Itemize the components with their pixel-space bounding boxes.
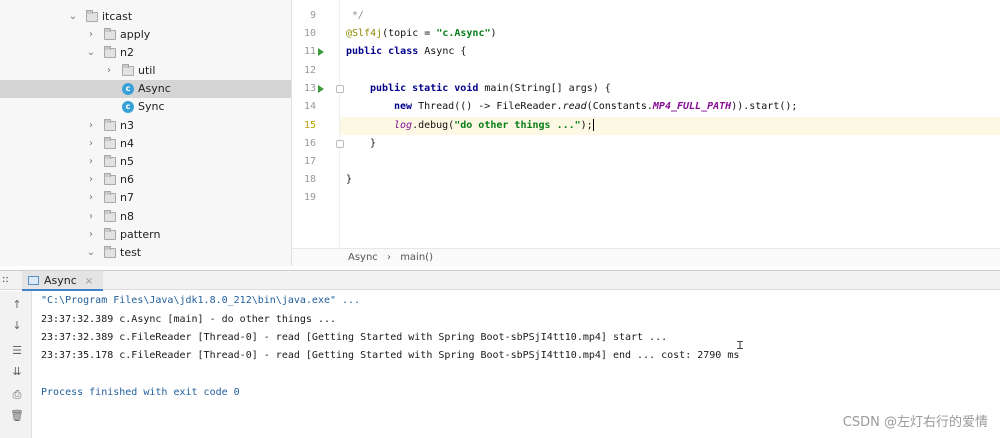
code-line[interactable]: } bbox=[340, 171, 1000, 189]
tree-item-n5[interactable]: › n5 bbox=[0, 153, 291, 171]
folder-icon bbox=[104, 119, 116, 131]
folder-icon bbox=[104, 173, 116, 185]
line-number: 16 bbox=[303, 138, 316, 149]
code-line[interactable]: public class Async { bbox=[340, 43, 1000, 61]
tree-item-util[interactable]: › util bbox=[0, 62, 291, 80]
chevron-down-icon[interactable]: ⌄ bbox=[70, 0, 80, 7]
print-icon[interactable]: ⎙ bbox=[10, 388, 24, 402]
chevron-right-icon[interactable]: › bbox=[86, 226, 96, 244]
tree-item-apply[interactable]: › apply bbox=[0, 26, 291, 44]
tree-item-n6[interactable]: › n6 bbox=[0, 171, 291, 189]
close-icon[interactable]: × bbox=[85, 276, 93, 287]
trash-icon[interactable]: 🗑 bbox=[10, 409, 24, 423]
code-line-current[interactable]: log.debug("do other things ..."); bbox=[340, 117, 1000, 135]
code-line[interactable]: } bbox=[340, 135, 1000, 153]
code-line[interactable]: new Thread(() -> FileReader.read(Constan… bbox=[340, 98, 1000, 116]
up-arrow-icon[interactable]: ↑ bbox=[10, 298, 24, 312]
chevron-down-icon[interactable]: ⌄ bbox=[68, 8, 78, 26]
folder-icon bbox=[104, 228, 116, 240]
tree-item-n8[interactable]: › n8 bbox=[0, 208, 291, 226]
folder-icon bbox=[104, 137, 116, 149]
console-line: "C:\Program Files\Java\jdk1.8.0_212\bin\… bbox=[41, 295, 361, 306]
chevron-right-icon[interactable]: › bbox=[86, 153, 96, 171]
tree-item-async[interactable]: c Async bbox=[0, 80, 291, 98]
chevron-right-icon[interactable]: › bbox=[86, 117, 96, 135]
chevron-right-icon[interactable]: › bbox=[104, 62, 114, 80]
chevron-right-icon[interactable]: › bbox=[86, 171, 96, 189]
chevron-right-icon[interactable]: › bbox=[86, 189, 96, 207]
breadcrumb-separator: › bbox=[387, 252, 391, 263]
code-line[interactable]: @Slf4j(topic = "c.Async") bbox=[340, 25, 1000, 43]
chevron-down-icon[interactable]: ⌄ bbox=[86, 244, 96, 262]
line-number: 12 bbox=[303, 65, 316, 76]
tree-item-n3[interactable]: › n3 bbox=[0, 117, 291, 135]
folder-icon bbox=[104, 46, 116, 58]
line-number: 14 bbox=[303, 101, 316, 112]
line-number: 17 bbox=[303, 156, 316, 167]
scroll-to-end-icon[interactable]: ⇊ bbox=[10, 365, 24, 379]
run-config-icon bbox=[28, 276, 39, 285]
folder-icon bbox=[104, 210, 116, 222]
chevron-right-icon[interactable]: › bbox=[86, 208, 96, 226]
run-class-icon[interactable] bbox=[318, 48, 324, 56]
text-cursor bbox=[592, 119, 594, 131]
run-main-icon[interactable] bbox=[318, 85, 324, 93]
tree-item-itcast[interactable]: ⌄ itcast bbox=[0, 8, 291, 26]
run-toolbar: :: Async × bbox=[0, 270, 1000, 291]
tree-item-test[interactable]: ⌄ test bbox=[0, 244, 291, 262]
code-line[interactable]: public static void main(String[] args) { bbox=[340, 80, 1000, 98]
console-line: 23:37:32.389 c.Async [main] - do other t… bbox=[41, 314, 337, 325]
folder-icon bbox=[122, 64, 134, 76]
chevron-down-icon[interactable]: ⌄ bbox=[86, 44, 96, 62]
chevron-right-icon[interactable]: › bbox=[86, 26, 96, 44]
line-number: 11 bbox=[303, 46, 316, 57]
folder-icon bbox=[104, 246, 116, 258]
console-line: 23:37:32.389 c.FileReader [Thread-0] - r… bbox=[41, 332, 668, 343]
console-line: Process finished with exit code 0 bbox=[41, 387, 240, 398]
line-number: 13 bbox=[303, 83, 316, 94]
breadcrumb-method[interactable]: main() bbox=[400, 252, 433, 263]
tree-item-n7[interactable]: › n7 bbox=[0, 189, 291, 207]
java-class-icon: c bbox=[122, 83, 134, 95]
console-line: 23:37:35.178 c.FileReader [Thread-0] - r… bbox=[41, 350, 740, 361]
watermark: CSDN @左灯右行的爱情 bbox=[842, 415, 988, 430]
line-number: 15 bbox=[303, 120, 316, 131]
code-editor[interactable]: */ @Slf4j(topic = "c.Async") public clas… bbox=[340, 0, 1000, 248]
run-tab-async[interactable]: Async × bbox=[22, 271, 104, 291]
line-number: 19 bbox=[303, 192, 316, 203]
breadcrumb: Async › main() bbox=[292, 248, 1000, 266]
run-side-toolbar: ↑ ↓ ☰ ⇊ ⎙ 🗑 bbox=[0, 291, 32, 438]
folder-icon bbox=[104, 28, 116, 40]
ibeam-cursor-icon: Ɪ bbox=[737, 339, 744, 352]
editor-gutter: 9 10 11 12 13 14 15 16 17 18 19 bbox=[292, 0, 344, 248]
tree-item-n4[interactable]: › n4 bbox=[0, 135, 291, 153]
folder-icon bbox=[104, 155, 116, 167]
tool-window-prefix: :: bbox=[2, 274, 9, 285]
chevron-right-icon[interactable]: › bbox=[86, 135, 96, 153]
line-number: 10 bbox=[303, 28, 316, 39]
breadcrumb-class[interactable]: Async bbox=[348, 252, 378, 263]
folder-icon bbox=[86, 10, 98, 22]
folder-icon bbox=[104, 191, 116, 203]
code-line[interactable]: */ bbox=[340, 7, 1000, 25]
tree-item-sync[interactable]: c Sync bbox=[0, 98, 291, 116]
down-arrow-icon[interactable]: ↓ bbox=[10, 319, 24, 333]
tree-item-pattern[interactable]: › pattern bbox=[0, 226, 291, 244]
java-class-icon: c bbox=[122, 101, 134, 113]
line-number: 18 bbox=[303, 174, 316, 185]
tree-item-n2[interactable]: ⌄ n2 bbox=[0, 44, 291, 62]
line-number: 9 bbox=[309, 10, 316, 21]
soft-wrap-icon[interactable]: ☰ bbox=[10, 344, 24, 358]
project-tree: ⌄ ⌄ itcast › apply ⌄ n2 › util c Async c… bbox=[0, 0, 292, 266]
tree-item-partial[interactable]: ⌄ bbox=[0, 0, 291, 7]
